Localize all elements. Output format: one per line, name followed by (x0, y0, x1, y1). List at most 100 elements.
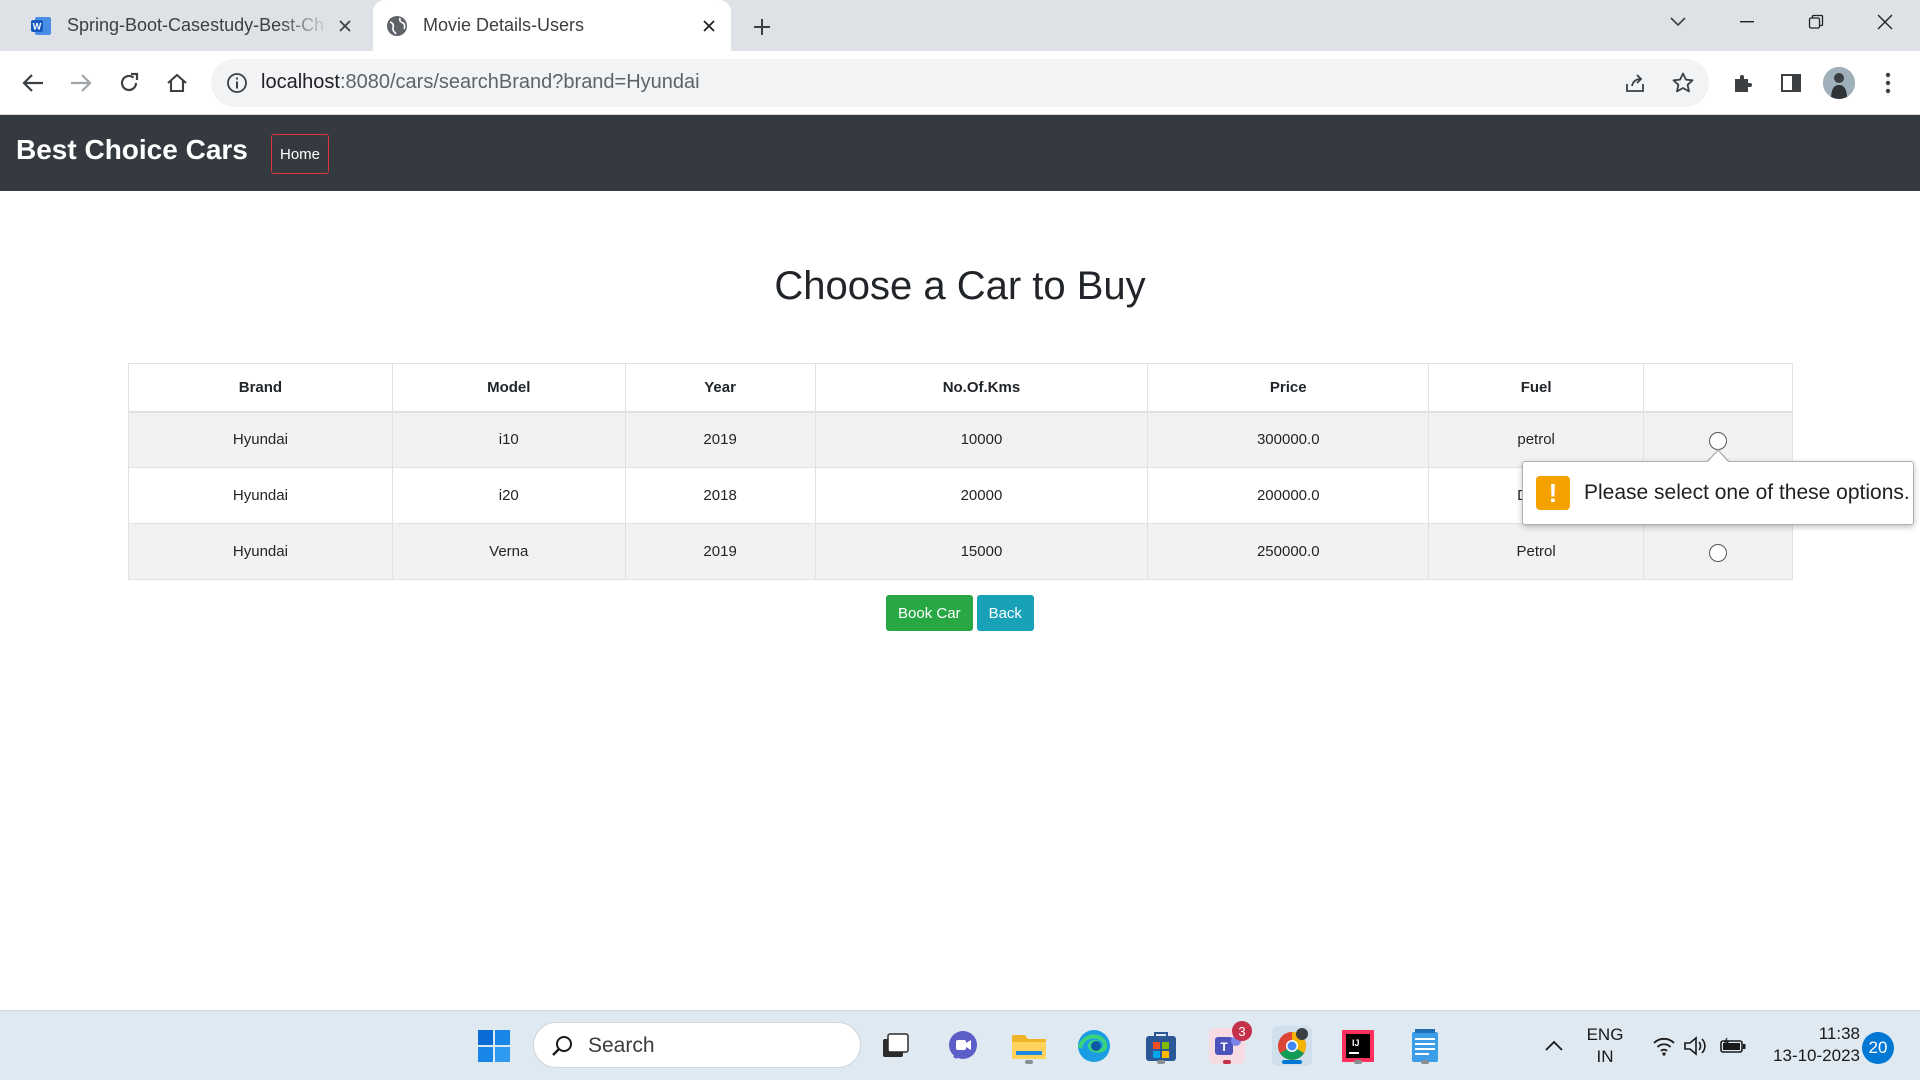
url-text: localhost:8080/cars/searchBrand?brand=Hy… (261, 71, 700, 94)
input-language-indicator[interactable]: ENG IN (1580, 1024, 1630, 1068)
close-window-button[interactable] (1853, 0, 1917, 44)
teams-notification-badge: 3 (1232, 1021, 1252, 1041)
chrome-icon[interactable] (1271, 1025, 1313, 1067)
column-header-year: Year (624, 363, 816, 413)
forward-arrow-icon[interactable] (63, 65, 99, 101)
profile-avatar[interactable] (1823, 67, 1855, 99)
language-code: ENG (1586, 1025, 1624, 1044)
extensions-puzzle-icon[interactable] (1725, 65, 1761, 101)
cell-fuel: petrol (1428, 411, 1645, 468)
windows-taskbar: Search T 3 IJ ENG IN 11:38 13-10-2023 (0, 1010, 1920, 1080)
share-icon[interactable] (1621, 69, 1649, 97)
file-explorer-icon[interactable] (1008, 1025, 1050, 1067)
notification-center-badge[interactable]: 20 (1862, 1032, 1894, 1064)
validation-message: Please select one of these options. (1584, 481, 1910, 504)
cell-year: 2019 (624, 523, 816, 580)
car-select-radio[interactable] (1709, 431, 1728, 450)
side-panel-icon[interactable] (1773, 65, 1809, 101)
tab-movie-details[interactable]: Movie Details-Users (373, 0, 731, 51)
restore-button[interactable] (1784, 0, 1848, 44)
search-icon (550, 1034, 574, 1063)
clock-time: 11:38 (1818, 1024, 1860, 1043)
column-header-brand: Brand (128, 363, 393, 413)
car-select-radio[interactable] (1709, 543, 1728, 562)
column-header-kms: No.Of.Kms (814, 363, 1149, 413)
url-host: localhost (261, 71, 340, 93)
taskbar-search-placeholder: Search (588, 1034, 655, 1057)
word-icon: W (29, 14, 53, 38)
cell-year: 2018 (624, 467, 816, 524)
minimize-button[interactable] (1715, 0, 1779, 44)
running-indicator (1354, 1060, 1362, 1064)
cell-brand: Hyundai (128, 523, 393, 580)
cell-price: 250000.0 (1147, 523, 1430, 580)
globe-icon (385, 14, 409, 38)
cell-kms: 15000 (814, 523, 1149, 580)
clock[interactable]: 11:38 13-10-2023 (1760, 1023, 1860, 1067)
running-indicator (1025, 1060, 1033, 1064)
warning-icon: ! (1536, 476, 1570, 510)
table-row: Hyundai Verna 2019 15000 250000.0 Petrol (128, 523, 1793, 580)
cell-price: 300000.0 (1147, 411, 1430, 468)
cell-brand: Hyundai (128, 467, 393, 524)
column-header-price: Price (1147, 363, 1430, 413)
intellij-icon[interactable]: IJ (1337, 1025, 1379, 1067)
taskbar-search-box[interactable]: Search (533, 1022, 861, 1068)
tab-title: Movie Details-Users (423, 15, 585, 35)
address-bar[interactable]: localhost:8080/cars/searchBrand?brand=Hy… (211, 59, 1709, 107)
svg-text:T: T (1220, 1040, 1228, 1054)
task-view-icon[interactable] (874, 1025, 916, 1067)
page-title: Choose a Car to Buy (774, 264, 1146, 308)
url-path: :8080/cars/searchBrand?brand=Hyundai (339, 71, 700, 93)
tab-title: Spring-Boot-Casestudy-Best-Ch (67, 15, 325, 35)
cell-kms: 20000 (814, 467, 1149, 524)
tooltip-arrow-fill (1707, 451, 1729, 463)
svg-text:W: W (33, 21, 42, 31)
running-indicator (1157, 1060, 1165, 1064)
cell-model: i10 (391, 411, 626, 468)
new-tab-button[interactable] (745, 10, 779, 44)
region-code: IN (1596, 1047, 1614, 1066)
table-header-row: Brand Model Year No.Of.Kms Price Fuel (128, 363, 1793, 413)
home-icon[interactable] (159, 65, 195, 101)
tab-close-icon[interactable] (695, 12, 723, 40)
tab-close-icon[interactable] (331, 12, 359, 40)
clock-date: 13-10-2023 (1773, 1046, 1860, 1065)
windows-start-icon[interactable] (473, 1025, 515, 1067)
active-indicator (1282, 1060, 1302, 1064)
cell-price: 200000.0 (1147, 467, 1430, 524)
running-indicator (1421, 1060, 1429, 1064)
edge-browser-icon[interactable] (1073, 1025, 1115, 1067)
volume-icon[interactable] (1675, 1025, 1717, 1067)
reload-icon[interactable] (111, 65, 147, 101)
back-arrow-icon[interactable] (15, 65, 51, 101)
site-brand[interactable]: Best Choice Cars (16, 134, 248, 166)
home-button[interactable]: Home (271, 134, 330, 174)
column-header-model: Model (391, 363, 626, 413)
column-header-select (1643, 363, 1793, 413)
notepad-icon[interactable] (1404, 1025, 1446, 1067)
cell-year: 2019 (624, 411, 816, 468)
svg-text:IJ: IJ (1352, 1038, 1360, 1048)
teams-icon[interactable]: T 3 (1206, 1021, 1252, 1067)
book-car-button[interactable]: Book Car (886, 595, 973, 631)
browser-menu-icon[interactable] (1870, 65, 1906, 101)
back-button[interactable]: Back (976, 595, 1034, 631)
site-info-icon[interactable] (225, 71, 249, 100)
browser-toolbar: localhost:8080/cars/searchBrand?brand=Hy… (0, 51, 1920, 115)
show-hidden-icons-chevron-icon[interactable] (1533, 1025, 1575, 1067)
cell-kms: 10000 (814, 411, 1149, 468)
cell-brand: Hyundai (128, 411, 393, 468)
tab-search-chevron-icon[interactable] (1646, 0, 1710, 44)
tab-word-document[interactable]: W Spring-Boot-Casestudy-Best-Ch (17, 0, 367, 51)
bookmark-star-icon[interactable] (1669, 69, 1697, 97)
cell-model: i20 (391, 467, 626, 524)
meet-chat-icon[interactable] (942, 1025, 984, 1067)
microsoft-store-icon[interactable] (1140, 1025, 1182, 1067)
battery-icon[interactable] (1712, 1025, 1754, 1067)
cell-model: Verna (391, 523, 626, 580)
table-row: Hyundai i10 2019 10000 300000.0 petrol (128, 411, 1793, 468)
validation-tooltip: ! Please select one of these options. (1522, 461, 1914, 525)
running-indicator (1223, 1060, 1231, 1064)
cell-fuel: Petrol (1428, 523, 1645, 580)
